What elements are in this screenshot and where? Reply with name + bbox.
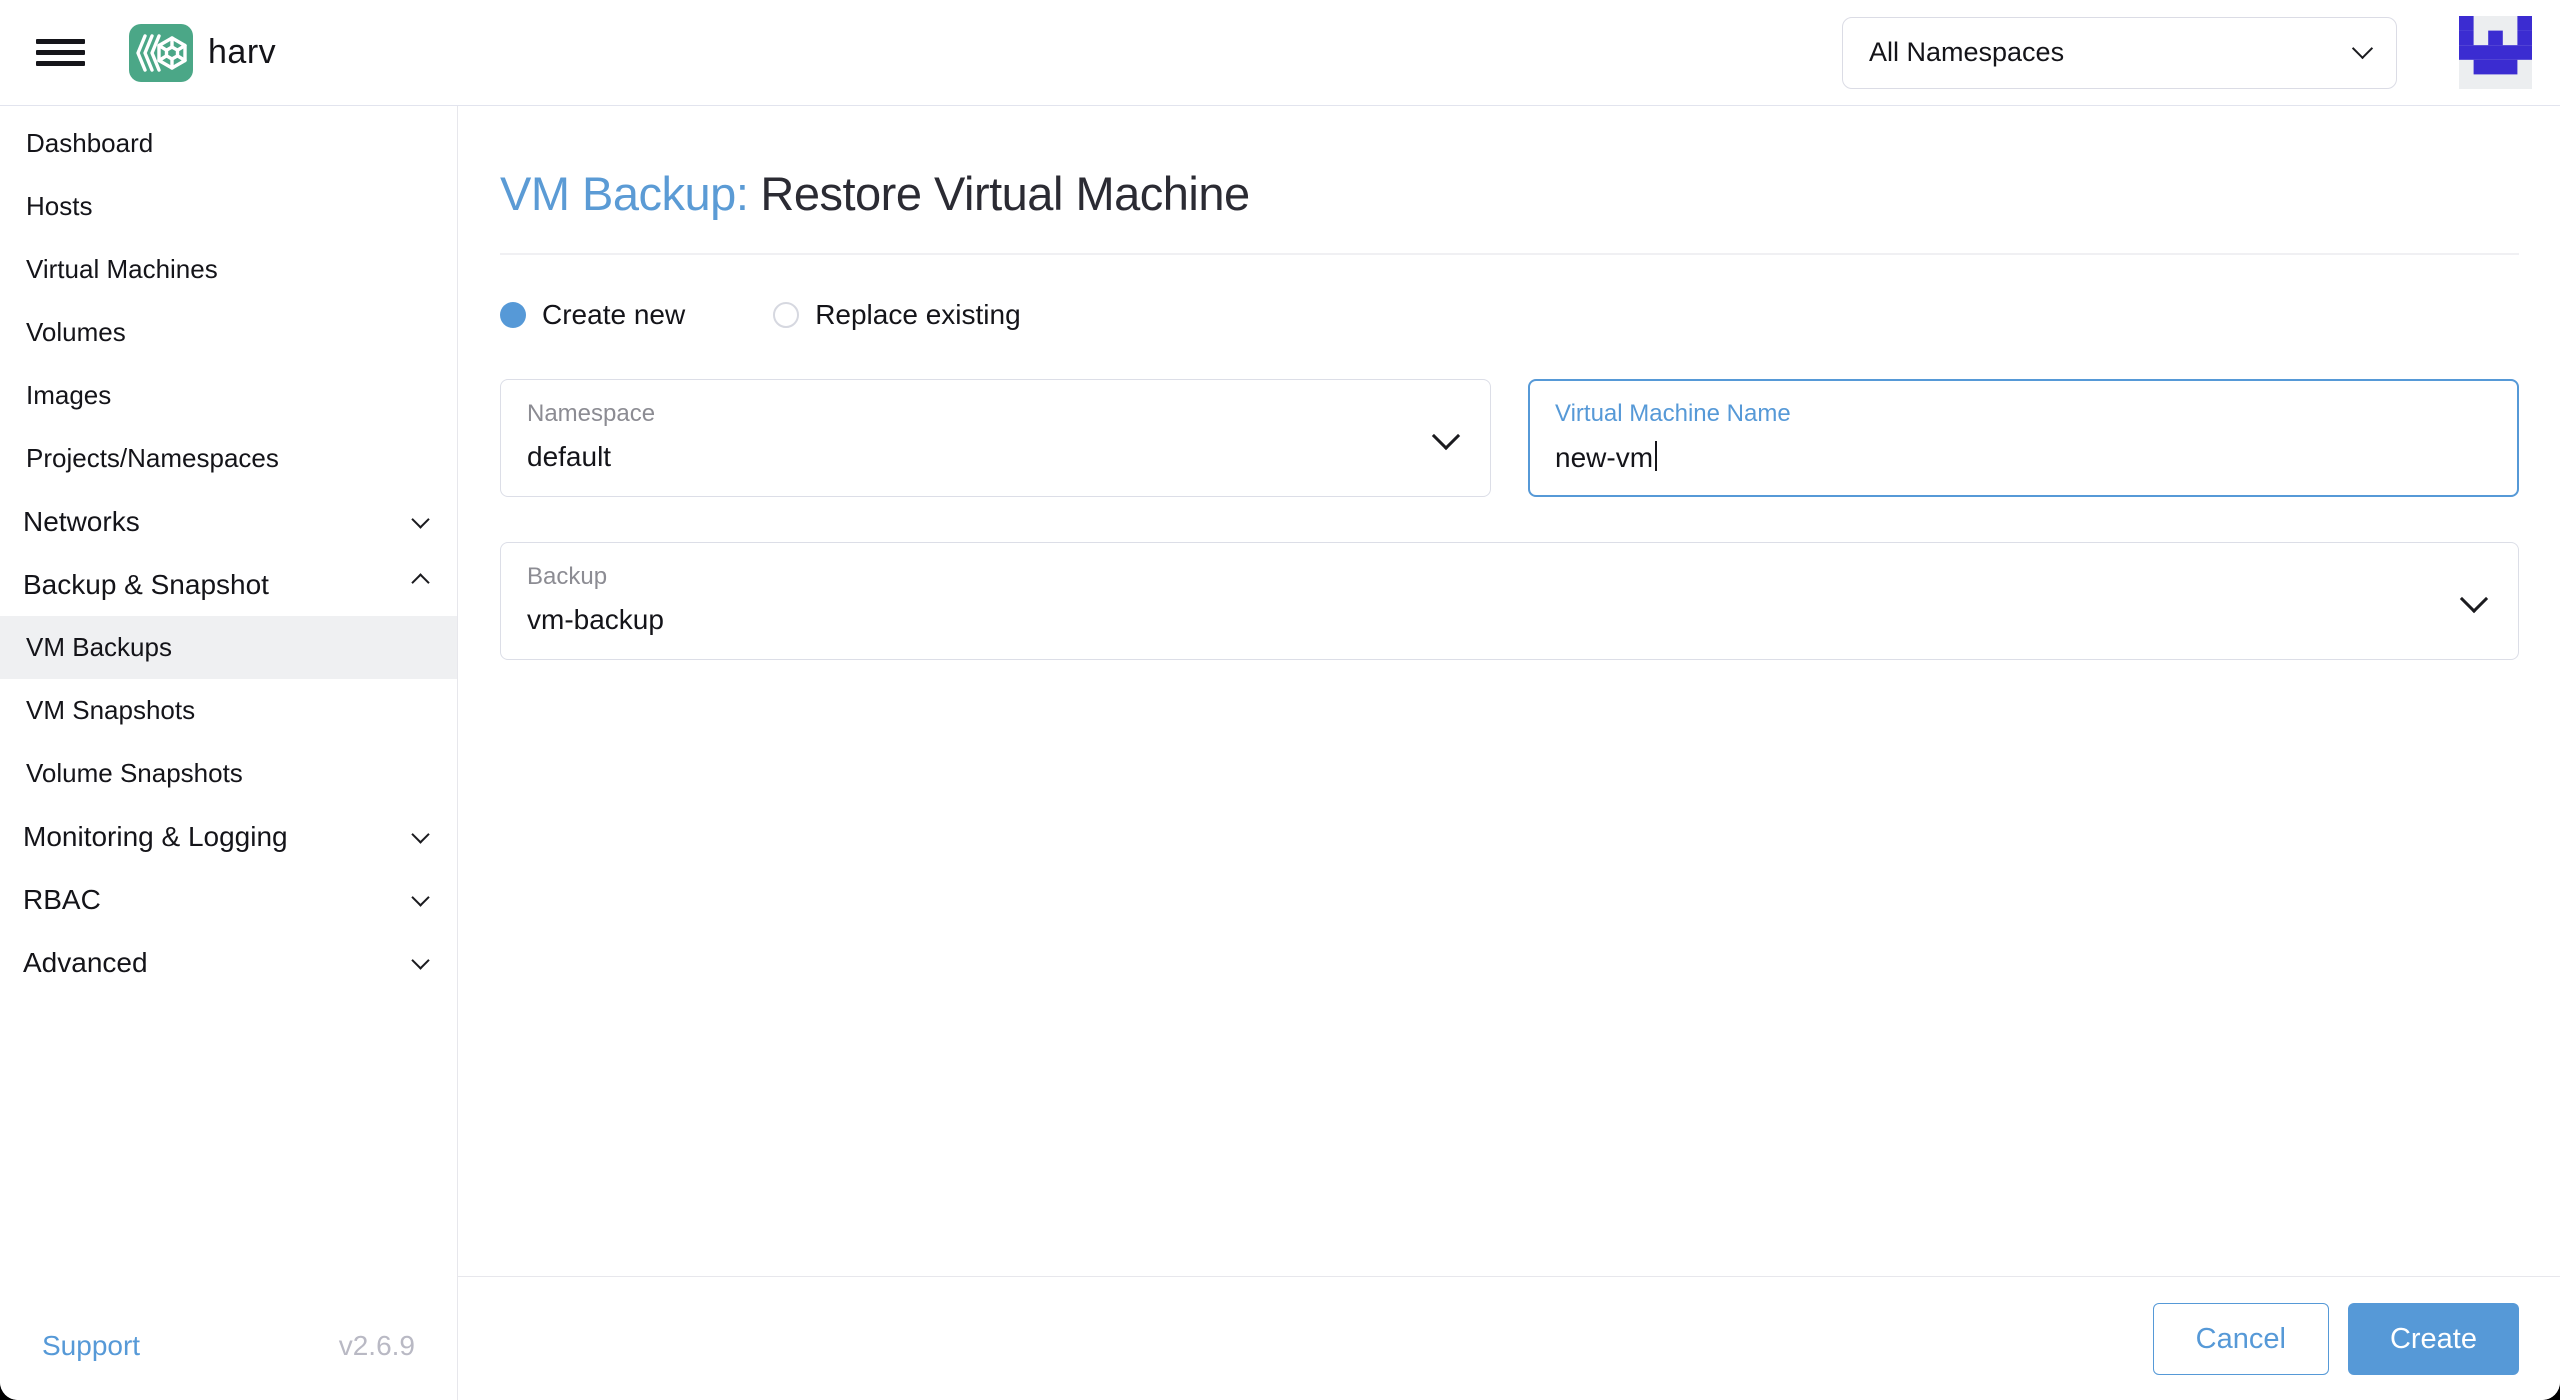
radio-create-new[interactable]: Create new [500,299,685,331]
chevron-down-icon [2351,37,2374,60]
chevron-up-icon [411,573,430,592]
product-name: harv [208,33,277,71]
vm-name-label: Virtual Machine Name [1555,400,1791,427]
menu-icon[interactable] [36,33,85,72]
sidebar-item-volume-snapshots[interactable]: Volume Snapshots [0,742,457,805]
sidebar-group-advanced[interactable]: Advanced [0,931,457,994]
sidebar-item-dashboard[interactable]: Dashboard [0,112,457,175]
page-title-text: Restore Virtual Machine [760,167,1250,220]
namespace-value: default [527,441,612,472]
backup-value: vm-backup [527,604,664,635]
backup-label: Backup [527,563,608,590]
restore-mode-radio-group: Create new Replace existing [500,299,2519,331]
cancel-button[interactable]: Cancel [2152,1303,2329,1375]
page-title: VM Backup: Restore Virtual Machine [500,166,2519,221]
chevron-down-icon [411,951,430,970]
harvester-logo-icon[interactable] [129,23,193,82]
app-window: harv All Namespaces Dashboard Hosts Virt… [0,0,2560,1400]
sidebar-item-vm-backups[interactable]: VM Backups [0,616,457,679]
sidebar: Dashboard Hosts Virtual Machines Volumes… [0,106,458,1400]
page-title-backlink[interactable]: VM Backup: [500,167,749,220]
radio-replace-existing[interactable]: Replace existing [773,299,1021,331]
top-header: harv All Namespaces [0,0,2560,106]
namespace-filter-value: All Namespaces [1869,37,2065,67]
restore-form: Namespace default Virtual Machine Name n… [500,379,2519,660]
action-bar: Cancel Create [458,1276,2560,1400]
namespace-select[interactable]: Namespace default [500,379,1491,497]
radio-unselected-icon [773,302,800,328]
sidebar-group-networks[interactable]: Networks [0,490,457,553]
namespace-label: Namespace [527,400,656,427]
title-divider [500,253,2519,255]
sidebar-item-volumes[interactable]: Volumes [0,301,457,364]
sidebar-item-virtual-machines[interactable]: Virtual Machines [0,238,457,301]
text-caret [1655,441,1658,471]
namespace-filter-select[interactable]: All Namespaces [1842,16,2397,89]
sidebar-footer: Support v2.6.9 [0,1292,457,1400]
sidebar-group-monitoring-logging[interactable]: Monitoring & Logging [0,805,457,868]
sidebar-item-vm-snapshots[interactable]: VM Snapshots [0,679,457,742]
create-button[interactable]: Create [2347,1303,2519,1375]
backup-select[interactable]: Backup vm-backup [500,542,2519,660]
sidebar-item-hosts[interactable]: Hosts [0,175,457,238]
chevron-down-icon [411,510,430,529]
sidebar-group-backup-snapshot[interactable]: Backup & Snapshot [0,553,457,616]
sidebar-item-images[interactable]: Images [0,364,457,427]
sidebar-group-rbac[interactable]: RBAC [0,868,457,931]
version-text: v2.6.9 [338,1330,415,1361]
main-panel: VM Backup: Restore Virtual Machine Create… [458,106,2560,1400]
vm-name-value: new-vm [1555,442,1654,473]
chevron-down-icon [411,888,430,907]
support-link[interactable]: Support [42,1330,140,1362]
sidebar-item-projects-namespaces[interactable]: Projects/Namespaces [0,427,457,490]
vm-name-input[interactable]: Virtual Machine Name new-vm [1528,379,2519,497]
chevron-down-icon [411,825,430,844]
user-avatar[interactable] [2459,16,2532,89]
radio-selected-icon [500,302,526,328]
